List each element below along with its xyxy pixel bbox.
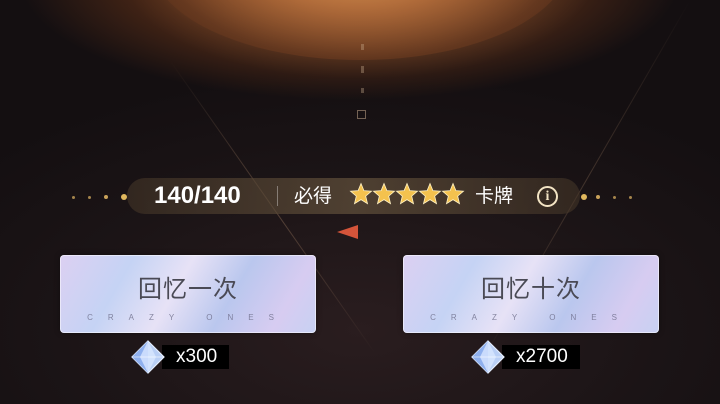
star-icon [418,182,442,205]
bar-divider [277,186,278,206]
star-icon [372,182,396,205]
star-rating [349,182,465,206]
background-orb-sheen [120,0,600,80]
decor-line-segment [361,88,364,93]
pointer-arrow-icon [337,225,358,239]
star-icon [441,182,465,205]
recall-once-label: 回忆一次 [138,275,238,303]
decor-line-segment [361,66,364,73]
pity-progress: 140/140 [154,182,241,209]
info-icon[interactable]: i [537,186,558,207]
recall-ten-label: 回忆十次 [481,275,581,303]
decor-dots-left [72,195,108,199]
recall-ten-sublabel: CRAZY ONES [430,313,632,322]
decor-square [357,110,366,119]
decor-dots-right [596,195,632,199]
recall-once-cost: x300 [130,340,230,374]
crystal-gem-icon [471,340,505,374]
recall-once-button[interactable]: 回忆一次 CRAZY ONES [60,255,316,333]
recall-ten-cost: x2700 [470,340,580,374]
decor-line-segment [361,44,364,50]
crystal-gem-icon [131,340,165,374]
card-label: 卡牌 [475,185,514,207]
star-icon [349,182,373,205]
star-icon [395,182,419,205]
guarantee-label: 必得 [294,185,333,207]
decor-cap-right [581,194,587,200]
recall-once-cost-amount: x300 [162,345,230,369]
recall-ten-cost-amount: x2700 [502,345,580,369]
recall-ten-button[interactable]: 回忆十次 CRAZY ONES [403,255,659,333]
recall-once-sublabel: CRAZY ONES [87,313,289,322]
